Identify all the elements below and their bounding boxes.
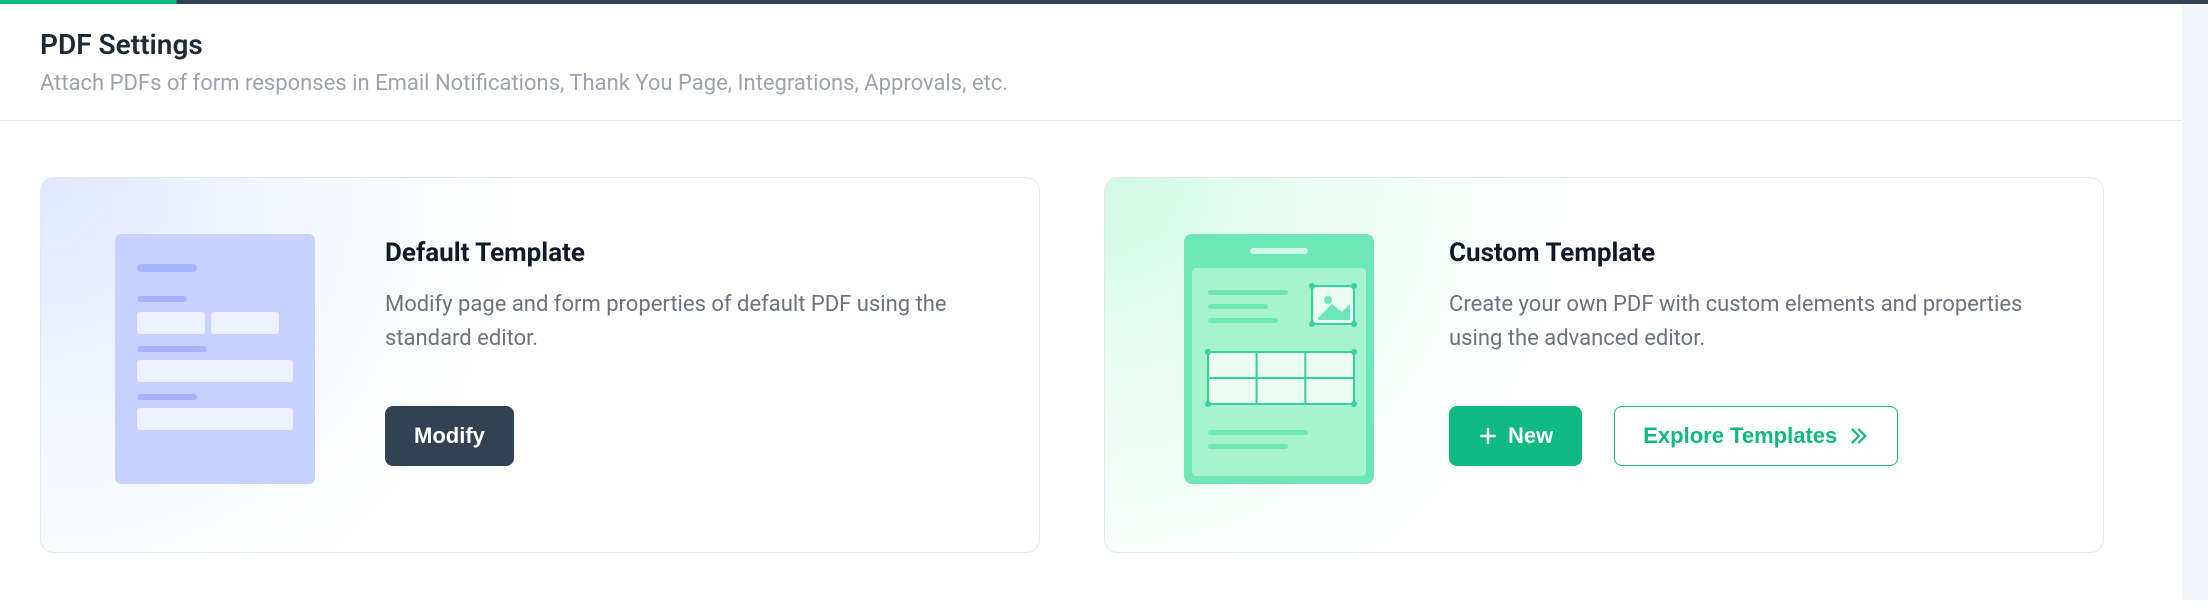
new-button-label: New — [1508, 423, 1553, 449]
explore-templates-button[interactable]: Explore Templates — [1614, 406, 1898, 466]
new-button[interactable]: New — [1449, 406, 1582, 466]
document-icon — [115, 234, 315, 484]
explore-templates-label: Explore Templates — [1643, 423, 1837, 449]
custom-document-icon — [1184, 234, 1374, 484]
default-template-desc: Modify page and form properties of defau… — [385, 288, 991, 356]
custom-template-illustration — [1149, 234, 1409, 484]
page-title: PDF Settings — [40, 28, 2168, 61]
default-template-title: Default Template — [385, 238, 991, 268]
custom-template-title: Custom Template — [1449, 238, 2055, 268]
page-subtitle: Attach PDFs of form responses in Email N… — [40, 71, 2168, 96]
modify-button[interactable]: Modify — [385, 406, 514, 466]
custom-template-card: Custom Template Create your own PDF with… — [1104, 177, 2104, 553]
default-template-card: Default Template Modify page and form pr… — [40, 177, 1040, 553]
default-template-illustration — [85, 234, 345, 484]
template-cards: Default Template Modify page and form pr… — [0, 121, 2208, 609]
chevron-double-right-icon — [1847, 425, 1869, 447]
modify-button-label: Modify — [414, 423, 485, 449]
scrollbar-track[interactable] — [2182, 4, 2208, 600]
plus-icon — [1478, 426, 1498, 446]
page-header: PDF Settings Attach PDFs of form respons… — [0, 4, 2208, 121]
custom-template-desc: Create your own PDF with custom elements… — [1449, 288, 2055, 356]
